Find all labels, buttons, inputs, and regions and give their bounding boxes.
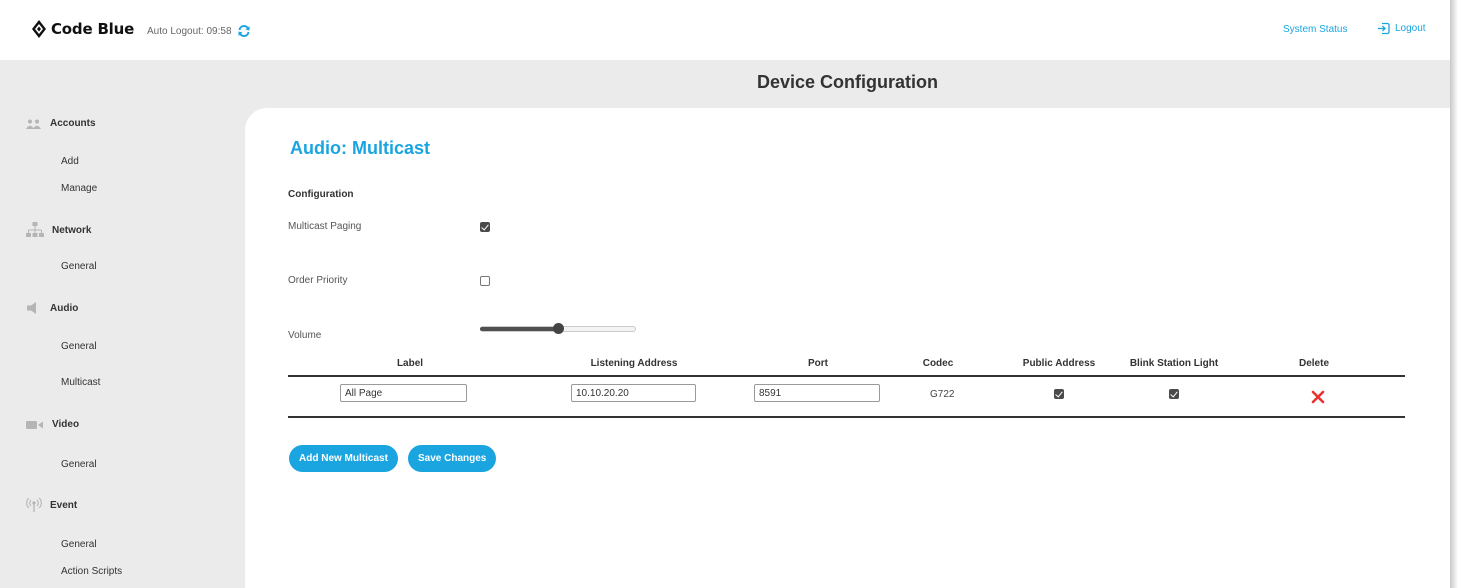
- top-bar: Code Blue Auto Logout: 09:58 System Stat…: [0, 0, 1450, 60]
- volume-slider-thumb[interactable]: [553, 323, 564, 334]
- page-edge-shadow: [1450, 0, 1458, 588]
- configuration-heading: Configuration: [288, 189, 354, 200]
- sidebar-section-label: Event: [50, 499, 78, 511]
- volume-label: Volume: [288, 330, 322, 341]
- sidebar-item-network-general[interactable]: General: [61, 261, 97, 272]
- sidebar-item-audio-general[interactable]: General: [61, 341, 97, 352]
- page-title: Device Configuration: [756, 72, 939, 92]
- column-header-listening-address: Listening Address: [590, 358, 678, 369]
- table-footer-rule: [288, 416, 1405, 418]
- sidebar-item-event-action-scripts[interactable]: Action Scripts: [61, 566, 122, 577]
- order-priority-checkbox[interactable]: [480, 276, 490, 286]
- sidebar-section-accounts[interactable]: Accounts: [26, 118, 96, 129]
- delete-x-icon[interactable]: [1311, 390, 1325, 404]
- sidebar-section-video[interactable]: Video: [26, 419, 79, 430]
- auto-logout-text: Auto Logout: 09:58: [147, 25, 232, 37]
- system-status-link[interactable]: System Status: [1283, 24, 1347, 35]
- sidebar-item-audio-multicast[interactable]: Multicast: [61, 377, 100, 388]
- speaker-icon: [27, 302, 36, 314]
- sidebar-item-event-general[interactable]: General: [61, 539, 97, 550]
- column-header-label: Label: [396, 358, 424, 369]
- multicast-paging-checkbox[interactable]: [480, 222, 490, 232]
- codec-value: G722: [930, 389, 955, 400]
- broadcast-icon: [26, 497, 42, 512]
- sidebar-section-event[interactable]: Event: [26, 497, 77, 513]
- sidebar-section-label: Accounts: [50, 118, 96, 129]
- code-blue-logo-icon: [32, 20, 46, 38]
- logout-label: Logout: [1395, 23, 1426, 34]
- sidebar-item-accounts-add[interactable]: Add: [61, 156, 79, 167]
- column-header-codec: Codec: [922, 358, 954, 369]
- sidebar-section-network[interactable]: Network: [26, 222, 91, 238]
- table-header-rule: [288, 375, 1405, 377]
- auto-logout: Auto Logout: 09:58: [147, 24, 251, 38]
- order-priority-label: Order Priority: [288, 275, 348, 286]
- column-header-public-address: Public Address: [1022, 358, 1096, 369]
- volume-slider[interactable]: [480, 323, 636, 334]
- content-panel: Audio: Multicast Configuration Multicast…: [245, 108, 1450, 588]
- label-input[interactable]: [340, 384, 467, 402]
- users-icon: [26, 119, 41, 129]
- column-header-port: Port: [808, 358, 828, 369]
- column-header-delete: Delete: [1298, 358, 1330, 369]
- sidebar-section-label: Audio: [50, 302, 79, 314]
- add-new-multicast-button[interactable]: Add New Multicast: [289, 445, 398, 472]
- logo-text: Code Blue: [51, 20, 135, 38]
- sidebar-item-accounts-manage[interactable]: Manage: [61, 183, 97, 194]
- sidebar-section-label: Network: [52, 224, 92, 236]
- logout-icon: [1378, 22, 1390, 35]
- sidebar-section-audio[interactable]: Audio: [26, 302, 78, 314]
- column-header-blink-station-light: Blink Station Light: [1129, 358, 1219, 369]
- public-address-checkbox[interactable]: [1054, 389, 1064, 399]
- sidebar-section-label: Video: [52, 419, 80, 430]
- refresh-icon[interactable]: [237, 24, 251, 38]
- save-changes-button[interactable]: Save Changes: [408, 445, 497, 472]
- sidebar-item-video-general[interactable]: General: [61, 459, 97, 470]
- listening-address-input[interactable]: [571, 384, 696, 402]
- logout-link[interactable]: Logout: [1377, 22, 1426, 35]
- video-camera-icon: [26, 420, 43, 429]
- volume-slider-fill: [480, 327, 558, 331]
- port-input[interactable]: [754, 384, 880, 402]
- network-icon: [26, 222, 44, 237]
- multicast-paging-label: Multicast Paging: [288, 221, 362, 232]
- logo: Code Blue: [32, 20, 134, 38]
- section-title: Audio: Multicast: [290, 138, 430, 158]
- blink-station-light-checkbox[interactable]: [1169, 389, 1179, 399]
